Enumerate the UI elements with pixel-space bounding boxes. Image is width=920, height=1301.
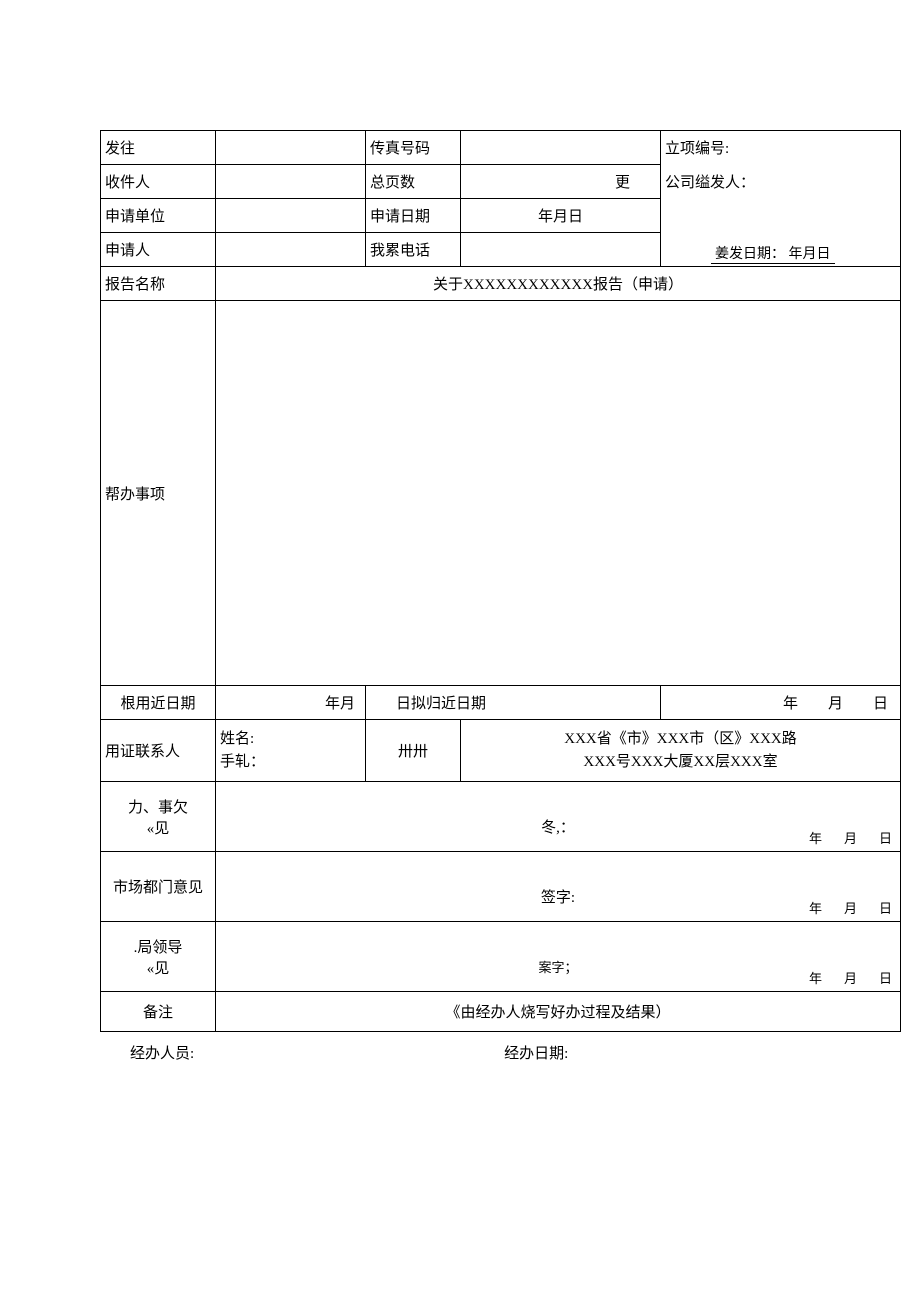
value-ym: 年月 — [216, 686, 366, 720]
row-applyunit: 申请单位 申请日期 年月日 姜发日期： 年月日 — [101, 199, 901, 233]
addr-line2: XXX号XXX大厦XX层XXX室 — [465, 751, 896, 774]
value-applydate: 年月日 — [461, 199, 661, 233]
label-reportname: 报告名称 — [101, 267, 216, 301]
row-contact: 用证联系人 姓名: 手轧： 卅卅 XXX省《市》XXX市（区》XXX路 XXX号… — [101, 720, 901, 782]
row-opinion1: 力、事欠 «见 冬,： 年月日 — [101, 782, 901, 852]
value-opinion1[interactable]: 冬,： 年月日 — [216, 782, 901, 852]
value-reportname: 关于XXXXXXXXXXXX报告（申请） — [216, 267, 901, 301]
value-remark: 《由经办人烧写好办过程及结果） — [216, 992, 901, 1032]
value-fax[interactable] — [461, 131, 661, 165]
value-matters[interactable] — [216, 301, 901, 686]
value-recipient[interactable] — [216, 165, 366, 199]
opinion3-date: 年月日 — [787, 968, 892, 987]
label-returndate: 日拟归近日期 — [366, 686, 661, 720]
value-returndate: 年月日 — [661, 686, 901, 720]
row-reportname: 报告名称 关于XXXXXXXXXXXX报告（申请） — [101, 267, 901, 301]
row-recipient: 收件人 总页数 更 公司缢发人： — [101, 165, 901, 199]
issue-date-text: 姜发日期： 年月日 — [711, 243, 835, 264]
value-opinion3[interactable]: 案字； 年月日 — [216, 922, 901, 992]
contact-name-label: 姓名: — [220, 728, 361, 751]
opinion2-date: 年月日 — [787, 898, 892, 917]
row-opinion2: 市场都门意见 签字: 年月日 — [101, 852, 901, 922]
footer: 经办人员: 经办日期: — [100, 1042, 820, 1063]
label-opinion2: 市场都门意见 — [101, 852, 216, 922]
row-loandate: 根用近日期 年月 日拟归近日期 年月日 — [101, 686, 901, 720]
label-opinion1: 力、事欠 «见 — [101, 782, 216, 852]
label-issuer: 公司缢发人： — [661, 165, 901, 199]
footer-date: 经办日期: — [504, 1042, 568, 1063]
row-matters: 帮办事项 — [101, 301, 901, 686]
label-sendto: 发往 — [101, 131, 216, 165]
contact-address: XXX省《市》XXX市（区》XXX路 XXX号XXX大厦XX层XXX室 — [461, 720, 901, 782]
contact-middle: 卅卅 — [366, 720, 461, 782]
row-opinion3: .局领导 «见 案字； 年月日 — [101, 922, 901, 992]
label-opinion3: .局领导 «见 — [101, 922, 216, 992]
value-phone[interactable] — [461, 233, 661, 267]
row-remark: 备注 《由经办人烧写好办过程及结果） — [101, 992, 901, 1032]
label-pages: 总页数 — [366, 165, 461, 199]
label-recipient: 收件人 — [101, 165, 216, 199]
label-remark: 备注 — [101, 992, 216, 1032]
value-sendto[interactable] — [216, 131, 366, 165]
label-contact: 用证联系人 — [101, 720, 216, 782]
row-sendto: 发往 传真号码 立项编号: — [101, 131, 901, 165]
value-pages: 更 — [461, 165, 661, 199]
addr-line1: XXX省《市》XXX市（区》XXX路 — [465, 728, 896, 751]
label-projectno: 立项编号: — [661, 131, 901, 165]
contact-hand-label: 手轧： — [220, 751, 361, 774]
footer-handler: 经办人员: — [130, 1042, 194, 1063]
value-applicant[interactable] — [216, 233, 366, 267]
label-applicant: 申请人 — [101, 233, 216, 267]
label-applydate: 申请日期 — [366, 199, 461, 233]
opinion1-date: 年月日 — [787, 828, 892, 847]
label-phone: 我累电话 — [366, 233, 461, 267]
value-opinion2[interactable]: 签字: 年月日 — [216, 852, 901, 922]
label-matters: 帮办事项 — [101, 301, 216, 686]
cell-issuedate: 姜发日期： 年月日 — [661, 199, 901, 267]
label-fax: 传真号码 — [366, 131, 461, 165]
value-applyunit[interactable] — [216, 199, 366, 233]
contact-names: 姓名: 手轧： — [216, 720, 366, 782]
form-table: 发往 传真号码 立项编号: 收件人 总页数 更 公司缢发人： 申请单位 申请日期… — [100, 130, 901, 1032]
label-borrowdate: 根用近日期 — [101, 686, 216, 720]
label-applyunit: 申请单位 — [101, 199, 216, 233]
